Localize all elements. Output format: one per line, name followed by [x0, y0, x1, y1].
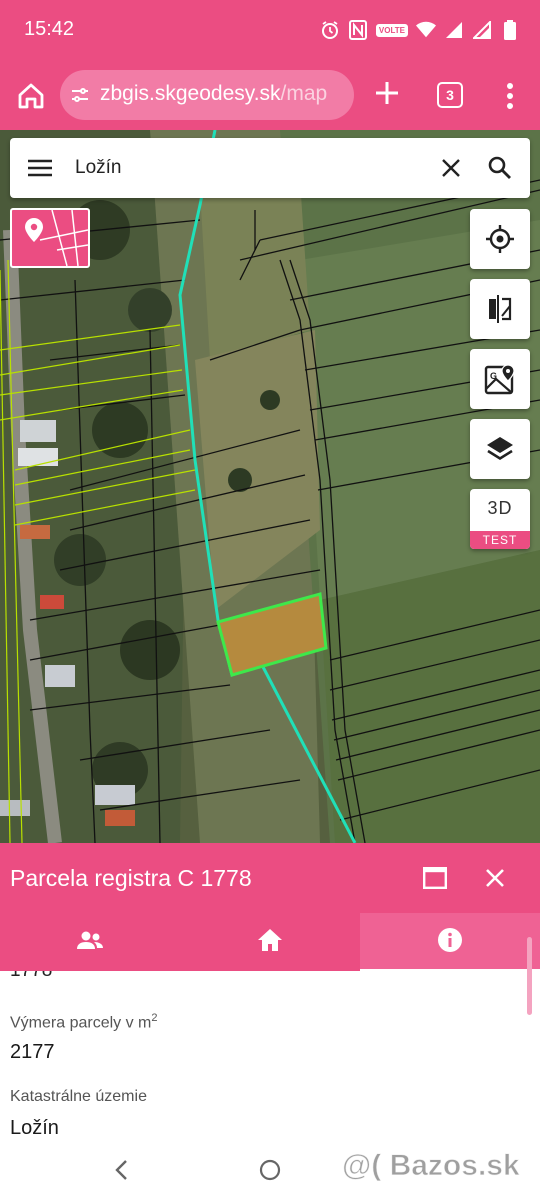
panel-title: Parcela registra C 1778	[10, 865, 252, 891]
cadastral-area-value: Ložín	[10, 1117, 59, 1139]
close-icon[interactable]	[484, 867, 506, 889]
home-icon	[257, 928, 283, 957]
compare-icon[interactable]	[470, 279, 530, 339]
new-tab-icon[interactable]	[372, 78, 402, 108]
wifi-icon	[416, 20, 436, 40]
parcel-number-value: 1778	[10, 971, 52, 982]
tab-switcher-button[interactable]: 3	[437, 82, 463, 108]
search-input[interactable]: Ložín	[75, 157, 121, 179]
status-icons: VOLTE	[320, 20, 520, 40]
parcel-panel-header: Parcela registra C 1778	[0, 843, 540, 913]
layers-icon[interactable]	[470, 419, 530, 479]
panel-scrollbar[interactable]	[527, 937, 532, 1015]
cadastral-area-label: Katastrálne územie	[10, 1088, 147, 1105]
volte-icon: VOLTE	[375, 23, 408, 37]
home-circle-icon[interactable]	[258, 1158, 282, 1182]
nfc-icon	[348, 20, 368, 40]
address-bar[interactable]: zbgis.skgeodesy.sk/map	[60, 70, 354, 120]
url-path: /map	[280, 82, 328, 105]
url-text: zbgis.skgeodesy.sk/map	[100, 82, 327, 106]
map-search-bar: Ložín	[10, 138, 530, 198]
map-layers-google-icon[interactable]: G	[470, 349, 530, 409]
info-icon	[437, 927, 463, 958]
alarm-icon	[320, 20, 340, 40]
tab-owners[interactable]	[0, 913, 180, 971]
overflow-menu-icon[interactable]	[500, 79, 520, 113]
area-value: 2177	[10, 1041, 55, 1063]
area-label-text: Výmera parcely v m	[10, 1014, 152, 1032]
tab-building[interactable]	[180, 913, 360, 971]
signal-icon	[472, 20, 492, 40]
area-label-unit-sup: 2	[151, 1012, 158, 1024]
panel-tabs	[0, 913, 540, 971]
my-location-icon[interactable]	[470, 209, 530, 269]
area-label: Výmera parcely v m2	[10, 1012, 158, 1032]
people-icon	[76, 930, 104, 955]
status-time: 15:42	[24, 18, 75, 40]
system-nav-bar: @( Bazos.sk	[0, 1141, 540, 1200]
site-settings-icon[interactable]	[70, 85, 90, 105]
tab-info[interactable]	[360, 913, 540, 971]
url-domain: zbgis.skgeodesy.sk	[100, 82, 281, 105]
watermark: @( Bazos.sk	[342, 1149, 521, 1183]
home-icon[interactable]	[14, 79, 48, 113]
search-icon[interactable]	[487, 155, 513, 181]
3d-view-button[interactable]: 3D TEST	[470, 489, 530, 549]
browser-toolbar: zbgis.skgeodesy.sk/map 3	[0, 62, 540, 130]
svg-text:G: G	[490, 371, 497, 381]
parcel-details: 1778 Výmera parcely v m2 2177 Katastráln…	[0, 971, 540, 1141]
battery-icon	[500, 20, 520, 40]
test-badge: TEST	[470, 531, 530, 549]
status-bar: 15:42 VOLTE	[0, 0, 540, 62]
signal-icon	[444, 20, 464, 40]
zbgis-logo-icon[interactable]	[10, 208, 90, 268]
maximize-icon[interactable]	[423, 867, 448, 890]
clear-icon[interactable]	[440, 157, 462, 179]
back-icon[interactable]	[112, 1158, 132, 1182]
hamburger-menu-icon[interactable]	[28, 158, 52, 178]
3d-label: 3D	[487, 498, 513, 518]
